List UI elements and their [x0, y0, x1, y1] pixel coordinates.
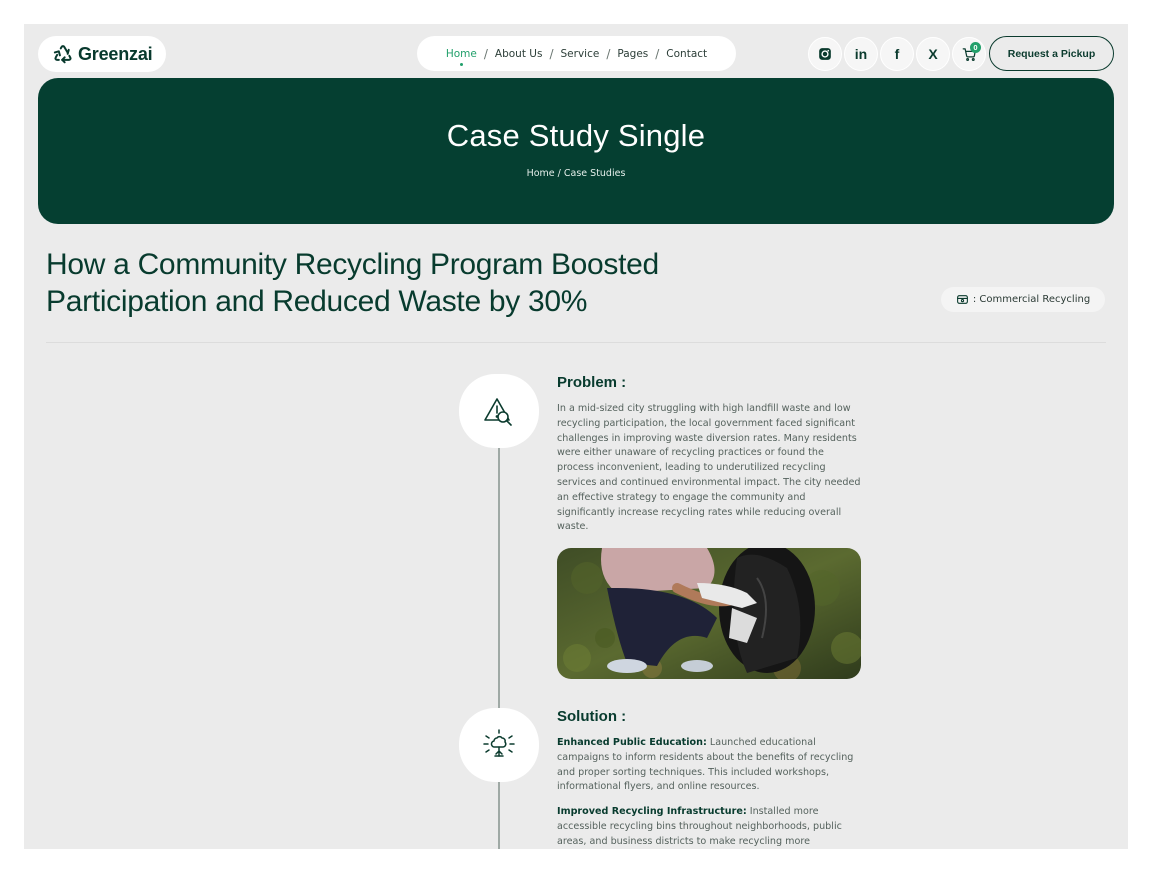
- linkedin-icon[interactable]: in: [844, 37, 878, 71]
- problem-heading: Problem :: [557, 374, 627, 391]
- nav-home[interactable]: Home: [446, 48, 477, 66]
- solution-heading: Solution :: [557, 708, 627, 725]
- divider: [46, 342, 1106, 343]
- page-hero: Case Study Single Home / Case Studies: [38, 78, 1114, 224]
- problem-text: In a mid-sized city struggling with high…: [557, 403, 861, 533]
- solution-point-1: Enhanced Public Education: Launched educ…: [557, 736, 862, 795]
- breadcrumb[interactable]: Home / Case Studies: [38, 168, 1114, 179]
- solution-point-1-heading: Enhanced Public Education:: [557, 737, 707, 748]
- facebook-icon[interactable]: f: [880, 37, 914, 71]
- category-badge[interactable]: : Commercial Recycling: [941, 287, 1105, 312]
- nav-contact[interactable]: Contact: [666, 48, 707, 60]
- nav-pages[interactable]: Pages: [617, 48, 648, 60]
- solution-step-marker: [459, 708, 539, 782]
- nav-separator: /: [655, 46, 660, 61]
- x-icon[interactable]: X: [916, 37, 950, 71]
- nav-separator: /: [549, 46, 554, 61]
- brand-name: Greenzai: [78, 43, 153, 64]
- instagram-icon[interactable]: [808, 37, 842, 71]
- solution-point-2: Improved Recycling Infrastructure: Insta…: [557, 805, 862, 849]
- brand-logo[interactable]: Greenzai: [38, 36, 166, 72]
- page-frame: Greenzai Home / About Us / Service / Pag…: [24, 24, 1128, 849]
- solution-point-2-heading: Improved Recycling Infrastructure:: [557, 806, 747, 817]
- nav-separator: /: [606, 46, 611, 61]
- category-label: : Commercial Recycling: [972, 294, 1091, 305]
- recycling-volunteer-photo: [557, 548, 861, 679]
- warning-search-icon: [484, 398, 512, 426]
- social-links: in f X 0: [808, 37, 986, 71]
- nav-service[interactable]: Service: [561, 48, 600, 60]
- hero-title: Case Study Single: [446, 118, 706, 153]
- article-title: How a Community Recycling Program Booste…: [46, 248, 659, 318]
- cart-icon[interactable]: 0: [952, 37, 986, 71]
- timeline-line: [498, 434, 500, 849]
- nav-separator: /: [483, 46, 488, 61]
- tree-idea-icon: [483, 729, 515, 757]
- problem-step-marker: [459, 374, 539, 448]
- recycle-icon: [53, 45, 72, 64]
- request-pickup-button[interactable]: Request a Pickup: [989, 36, 1114, 71]
- main-nav: Home / About Us / Service / Pages / Cont…: [417, 36, 736, 71]
- nav-about-us[interactable]: About Us: [495, 48, 543, 60]
- cart-count-badge: 0: [970, 42, 981, 53]
- category-icon: [956, 295, 968, 304]
